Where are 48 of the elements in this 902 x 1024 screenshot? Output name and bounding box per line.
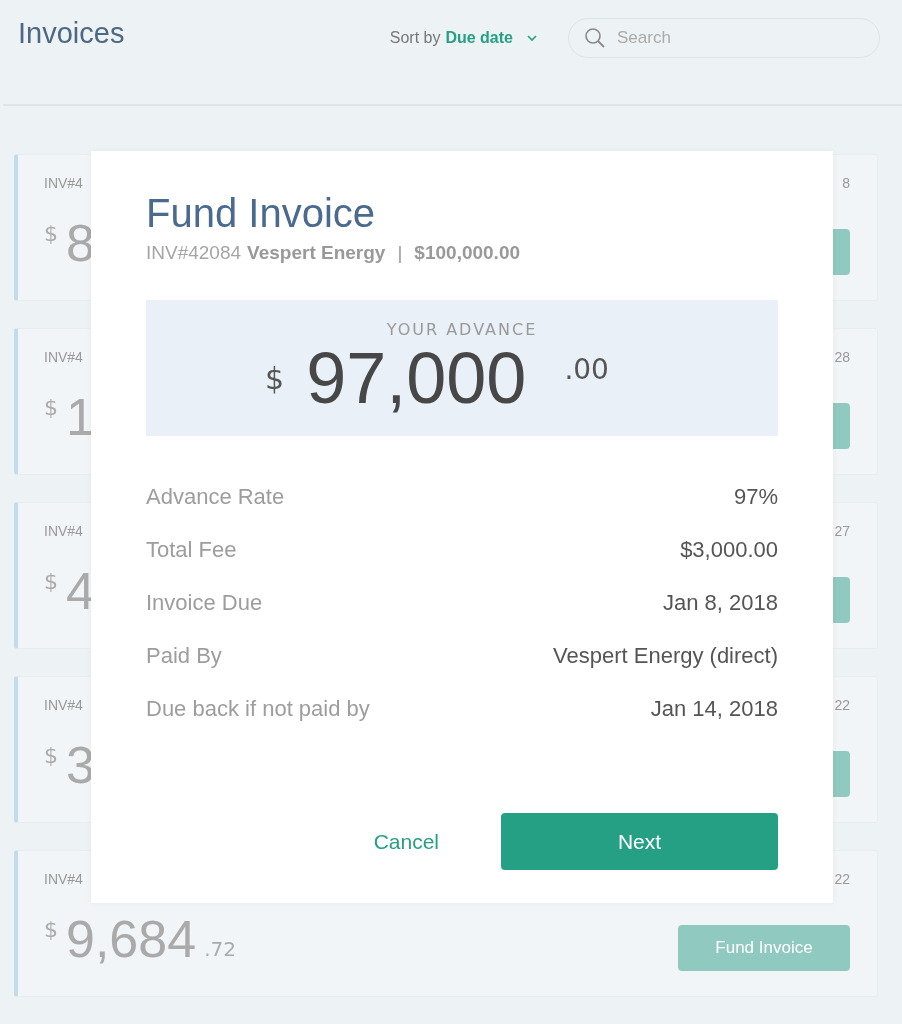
currency-sign: $ [44,395,58,420]
invoice-number: INV#4 [44,871,84,887]
invoice-number: INV#42084 [146,242,242,264]
invoice-number: INV#4 [44,697,84,713]
detail-label: Paid By [146,642,222,670]
detail-value: 97% [733,483,778,511]
invoice-amount: 1 [66,391,95,443]
dialog-title: Fund Invoice [146,191,376,236]
page-title: Invoices [18,16,125,50]
detail-label: Due back if not paid by [146,695,370,723]
currency-sign: $ [44,743,58,768]
customer-name: Vespert Energy [247,242,386,264]
detail-value: Vespert Energy (direct) [553,642,778,670]
invoice-number: INV#4 [44,523,84,539]
due-date: 8 [842,175,850,191]
search-field[interactable]: Search [568,18,880,58]
currency-sign: $ [44,221,58,246]
detail-label: Advance Rate [146,483,285,511]
next-button[interactable]: Next [501,813,778,870]
invoice-amount: 3 [66,739,95,791]
separator: | [397,242,403,264]
cancel-button[interactable]: Cancel [373,829,439,854]
detail-value: Jan 8, 2018 [663,589,778,617]
invoice-amount: 9,684 [66,913,197,965]
amount-cents: .72 [204,937,236,961]
detail-label: Total Fee [146,536,237,564]
currency-sign: $ [44,917,58,942]
advance-label: YOUR ADVANCE [386,320,538,339]
invoice-number: INV#4 [44,175,84,191]
search-icon [584,27,606,49]
invoice-amount: 8 [66,217,95,269]
advance-amount: 97,000 [306,339,527,419]
fund-invoice-button[interactable]: Fund Invoice [678,925,850,971]
invoice-number: INV#4 [44,349,84,365]
currency-sign: $ [265,361,285,396]
due-date: 27 [834,523,850,539]
invoice-total: $100,000.00 [414,242,521,264]
detail-label: Invoice Due [146,589,263,617]
sort-dropdown[interactable]: Sort by Due date [389,29,538,47]
currency-sign: $ [44,569,58,594]
chevron-down-icon [526,34,538,42]
due-date: 28 [834,349,850,365]
detail-value: Jan 14, 2018 [650,695,778,723]
invoice-amount: 4 [66,565,95,617]
detail-value: $3,000.00 [680,536,778,564]
amount-cents: .00 [564,353,609,386]
due-date: 22 [834,697,850,713]
due-date: 22 [834,871,850,887]
